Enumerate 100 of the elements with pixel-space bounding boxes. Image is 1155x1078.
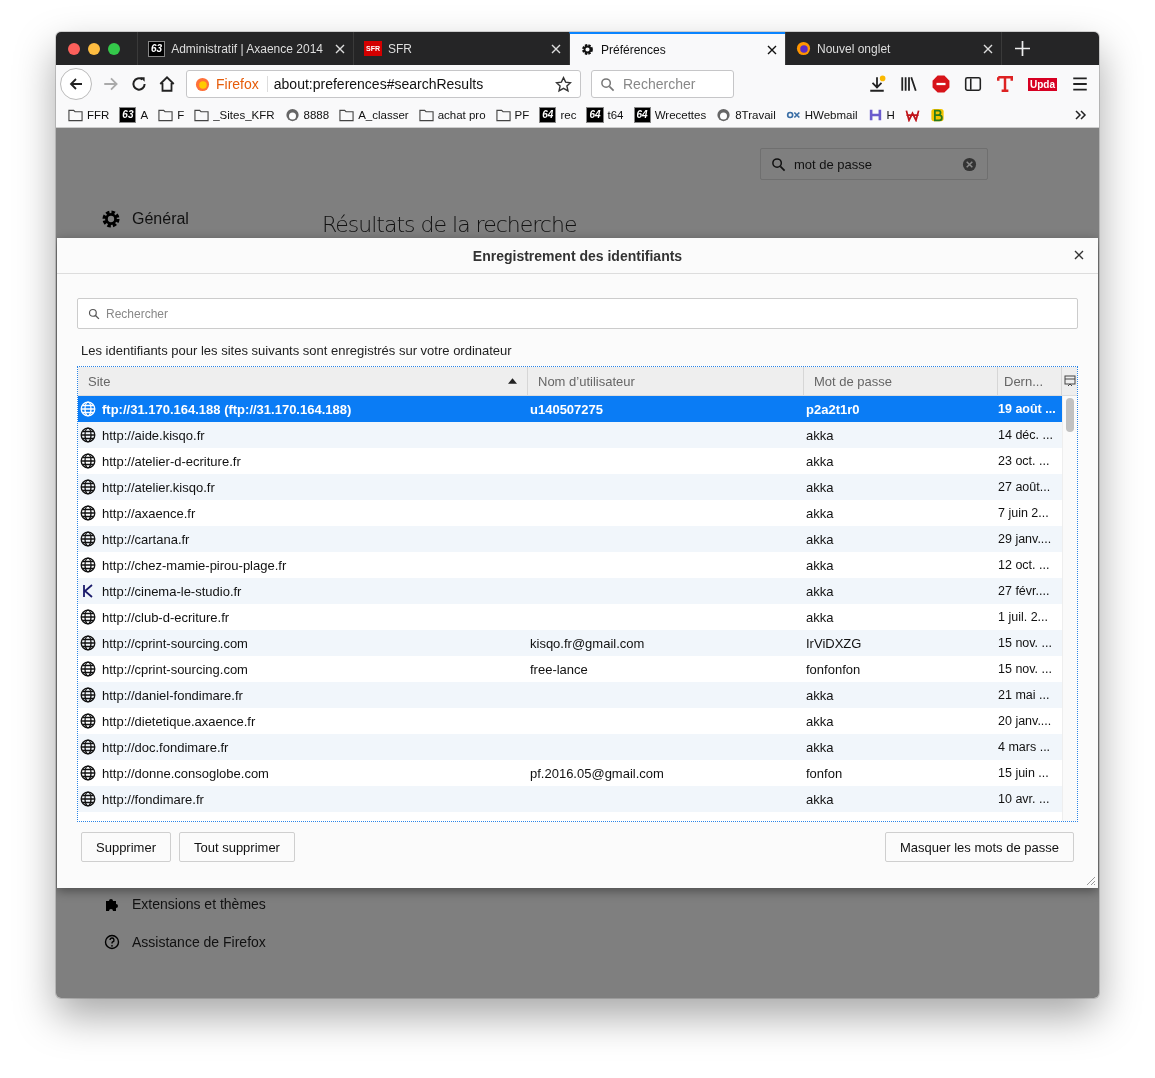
- date-cell: 15 nov. ...: [998, 662, 1052, 676]
- column-header[interactable]: Dern...: [998, 367, 1062, 395]
- password-cell: akka: [806, 453, 834, 469]
- chevron-icon[interactable]: [1075, 110, 1087, 120]
- login-row[interactable]: ftp://31.170.164.188 (ftp://31.170.164.188) u140507275 p2a2t1r0 19 août ...: [78, 396, 1062, 422]
- date-cell: 23 oct. ...: [998, 454, 1050, 468]
- action-button[interactable]: Supprimer: [81, 832, 171, 862]
- search-field[interactable]: mot de passe: [760, 148, 988, 180]
- close-icon[interactable]: [68, 42, 80, 55]
- bookmark-item[interactable]: F: [158, 108, 185, 122]
- login-row[interactable]: http://axaence.fr akka 7 juin 2...: [78, 500, 1062, 526]
- bookmark-star-icon[interactable]: [555, 75, 572, 93]
- column-header[interactable]: Site: [78, 367, 528, 395]
- date-cell: 29 janv....: [998, 532, 1052, 546]
- resize-grip-icon[interactable]: [1084, 874, 1096, 886]
- reload-icon[interactable]: [130, 75, 148, 93]
- login-row[interactable]: http://cartana.fr akka 29 janv....: [78, 526, 1062, 552]
- clear-icon[interactable]: [962, 156, 977, 172]
- username-cell: pf.2016.05@gmail.com: [530, 765, 664, 781]
- login-row[interactable]: http://dietetique.axaence.fr akka 20 janv....: [78, 708, 1062, 734]
- library-icon[interactable]: [900, 75, 918, 93]
- action-button[interactable]: Tout supprimer: [178, 832, 295, 862]
- login-row[interactable]: http://cinema-le-studio.fr akka 27 févr....: [78, 578, 1062, 604]
- bookmark-item[interactable]: 8Travail: [716, 108, 776, 122]
- login-row[interactable]: http://atelier-d-ecriture.fr akka 23 oct. ...: [78, 448, 1062, 474]
- site-cell: http://atelier.kisqo.fr: [102, 479, 215, 495]
- date-cell: 1 juil. 2...: [998, 610, 1049, 624]
- browser-tab[interactable]: Préférences: [569, 32, 785, 65]
- login-row[interactable]: http://aide.kisqo.fr akka 14 déc. ...: [78, 422, 1062, 448]
- search-icon: [600, 76, 615, 92]
- password-cell: akka: [806, 479, 834, 495]
- login-row[interactable]: http://club-d-ecriture.fr akka 1 juil. 2...: [78, 604, 1062, 630]
- page-heading: Résultats de la recherche: [322, 212, 577, 237]
- update-badge[interactable]: Upda: [1028, 77, 1057, 91]
- serif-letter-icon[interactable]: [996, 75, 1014, 93]
- bookmark-item[interactable]: 64 t64: [586, 107, 624, 123]
- scrollbar[interactable]: [1062, 396, 1077, 821]
- search-field[interactable]: Rechercher: [591, 70, 734, 98]
- login-row[interactable]: http://fondimare.fr akka 10 avr. ...: [78, 786, 1062, 812]
- bookmark-item[interactable]: H: [867, 108, 895, 122]
- login-row[interactable]: http://doc.fondimare.fr akka 4 mars ...: [78, 734, 1062, 760]
- password-cell: p2a2t1r0: [806, 401, 860, 417]
- password-cell: akka: [806, 739, 834, 755]
- password-cell: akka: [806, 687, 834, 703]
- bookmark-item[interactable]: PF: [495, 108, 530, 122]
- login-row[interactable]: http://cprint-sourcing.com free-lance fonfonfon 15 nov. ...: [78, 656, 1062, 682]
- login-row[interactable]: http://daniel-fondimare.fr akka 21 mai ...: [78, 682, 1062, 708]
- password-cell: akka: [806, 791, 834, 807]
- bookmark-item[interactable]: 64 Wrecettes: [633, 107, 707, 123]
- globe-icon: [80, 687, 96, 703]
- dialog-title: Enregistrement des identifiants: [472, 247, 683, 264]
- description-text: Les identifiants pour les sites suivants sont enregistrés sur votre ordinateur: [81, 343, 513, 358]
- bookmark-item[interactable]: [904, 108, 920, 122]
- download-icon[interactable]: [868, 75, 886, 93]
- site-cell: http://cartana.fr: [102, 531, 190, 547]
- username-cell: free-lance: [530, 661, 588, 677]
- category-item[interactable]: Extensions et thèmes: [104, 896, 266, 912]
- column-header[interactable]: Nom d’utilisateur: [528, 367, 804, 395]
- bookmark-item[interactable]: 64 rec: [539, 107, 577, 123]
- login-row[interactable]: http://atelier.kisqo.fr akka 27 août...: [78, 474, 1062, 500]
- minimize-icon[interactable]: [88, 42, 100, 55]
- sidebar-icon[interactable]: [964, 75, 982, 93]
- globe-icon: [80, 479, 96, 495]
- bookmark-favicon: 63: [119, 107, 137, 123]
- address-bar[interactable]: Firefox about:preferences#searchResults: [186, 70, 581, 98]
- password-cell: fonfon: [806, 765, 843, 781]
- password-cell: akka: [806, 583, 834, 599]
- column-header[interactable]: Mot de passe: [804, 367, 998, 395]
- site-cell: http://donne.consoglobe.com: [102, 765, 269, 781]
- category-item[interactable]: Général: [100, 208, 322, 230]
- new-tab-icon[interactable]: [1014, 41, 1030, 56]
- maximize-icon[interactable]: [108, 42, 120, 55]
- close-tab-icon[interactable]: [767, 44, 777, 55]
- search-field[interactable]: Rechercher: [77, 298, 1078, 329]
- menu-icon[interactable]: [1071, 75, 1089, 93]
- bookmark-item[interactable]: achat pro: [418, 108, 486, 122]
- site-cell: ftp://31.170.164.188 (ftp://31.170.164.188): [102, 401, 352, 417]
- globe-icon: [80, 505, 96, 521]
- bookmark-item[interactable]: [929, 108, 945, 122]
- bookmark-item[interactable]: _Sites_KFR: [194, 108, 275, 122]
- login-row[interactable]: http://chez-mamie-pirou-plage.fr akka 12 oct. ...: [78, 552, 1062, 578]
- toggle-passwords-button[interactable]: Masquer les mots de passe: [885, 832, 1074, 862]
- category-item[interactable]: Assistance de Firefox: [104, 934, 266, 950]
- home-icon[interactable]: [158, 75, 176, 93]
- globe-icon: [80, 635, 96, 651]
- bookmark-item[interactable]: HWebmail: [785, 108, 858, 122]
- login-row[interactable]: http://cprint-sourcing.com kisqo.fr@gmail.com IrViDXZG 15 nov. ...: [78, 630, 1062, 656]
- site-cell: http://cinema-le-studio.fr: [102, 583, 242, 599]
- bookmark-item[interactable]: FFR: [68, 108, 110, 122]
- login-row[interactable]: http://donne.consoglobe.com pf.2016.05@gmail.com fonfon 15 juin ...: [78, 760, 1062, 786]
- adblock-icon[interactable]: [932, 75, 950, 93]
- date-cell: 27 févr....: [998, 584, 1050, 598]
- back-icon[interactable]: [60, 68, 92, 100]
- column-picker-icon[interactable]: [1064, 375, 1076, 387]
- bookmark-item[interactable]: 8888: [284, 108, 330, 122]
- site-cell: http://daniel-fondimare.fr: [102, 687, 243, 703]
- bookmark-item[interactable]: A_classer: [339, 108, 409, 122]
- close-icon[interactable]: [1074, 250, 1084, 260]
- bookmark-item[interactable]: 63 A: [119, 107, 149, 123]
- identity-label: Firefox: [216, 76, 268, 92]
